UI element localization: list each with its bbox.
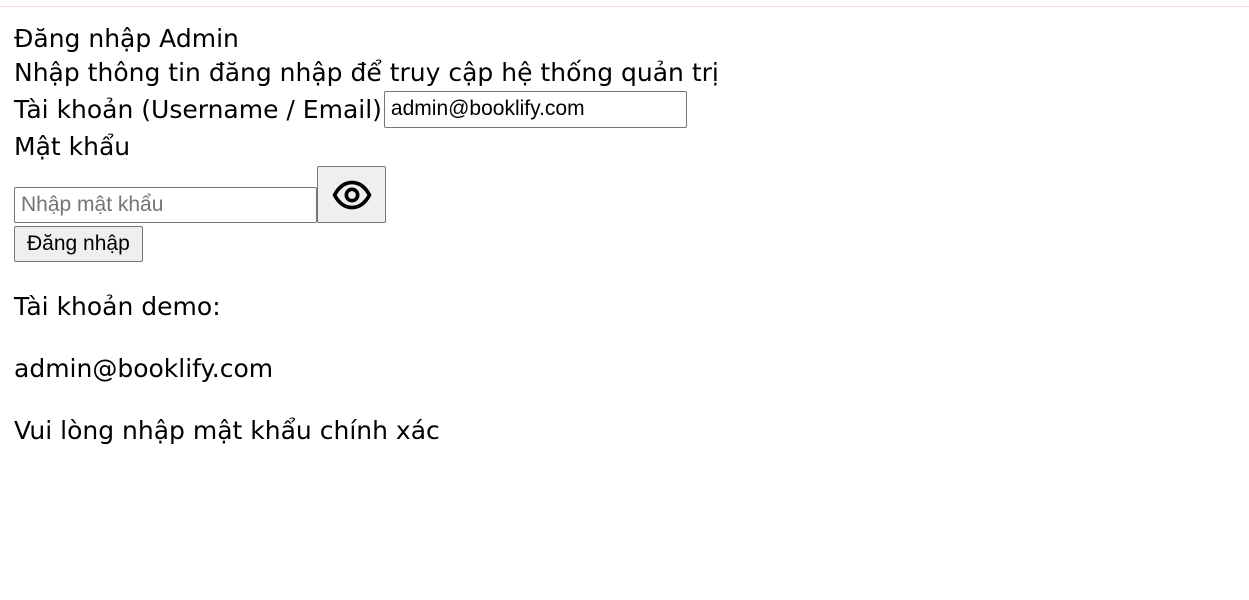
error-message: Vui lòng nhập mật khẩu chính xác (14, 416, 440, 445)
toggle-password-button[interactable] (317, 166, 386, 223)
eye-icon (332, 175, 372, 215)
login-page: Đăng nhập Admin Nhập thông tin đăng nhập… (14, 22, 719, 448)
page-title: Đăng nhập Admin (14, 24, 239, 53)
username-label: Tài khoản (Username / Email) (14, 94, 382, 124)
username-row: Tài khoản (Username / Email) (14, 90, 719, 128)
password-label: Mật khẩu (14, 132, 131, 161)
password-row (14, 166, 719, 223)
demo-account-title: Tài khoản demo: (14, 292, 221, 321)
login-form: Tài khoản (Username / Email) Mật khẩu Đă… (14, 90, 719, 262)
demo-account-email: admin@booklify.com (14, 354, 274, 383)
page-subtitle: Nhập thông tin đăng nhập để truy cập hệ … (14, 58, 719, 87)
top-divider (0, 6, 1249, 7)
login-button[interactable]: Đăng nhập (14, 226, 143, 262)
password-input[interactable] (14, 187, 317, 223)
username-input[interactable] (383, 90, 687, 128)
